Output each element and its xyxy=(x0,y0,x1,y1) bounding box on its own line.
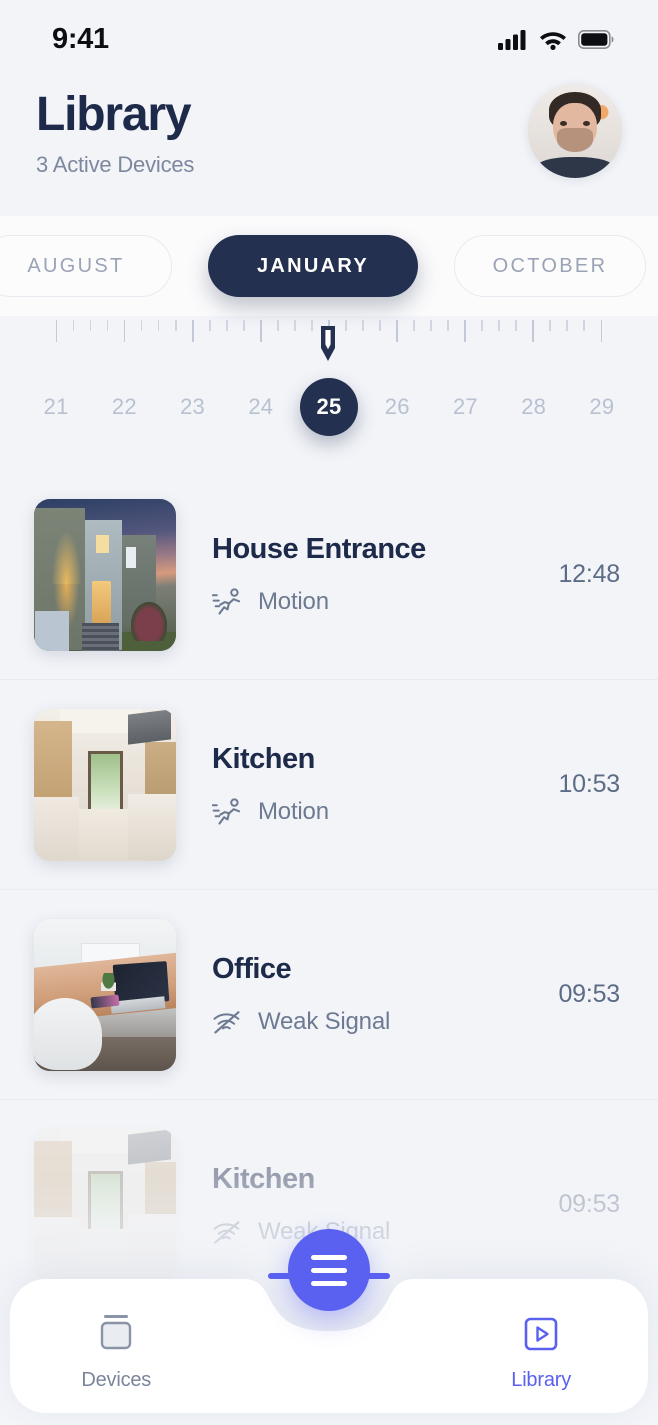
menu-hamburger-icon-line-3 xyxy=(311,1280,347,1286)
ruler-pin-icon[interactable] xyxy=(317,325,339,363)
day-29[interactable]: 29 xyxy=(568,394,636,420)
phone-screen: 9:41 Library 3 Active Devices AUGUST JAN… xyxy=(0,0,658,1425)
event-status: Motion xyxy=(212,588,558,616)
status-bar: 9:41 xyxy=(0,0,658,78)
menu-fab-button[interactable] xyxy=(288,1229,370,1311)
table-row[interactable]: Office Weak Signal 09:53 xyxy=(0,890,658,1100)
status-bar-icons xyxy=(498,29,614,50)
event-status: Weak Signal xyxy=(212,1008,558,1036)
battery-full-icon xyxy=(578,29,614,49)
event-status-label: Motion xyxy=(258,588,329,615)
menu-hamburger-icon-line-1 xyxy=(311,1254,347,1260)
event-status-label: Weak Signal xyxy=(258,1008,391,1035)
event-status: Weak Signal xyxy=(212,1218,558,1246)
day-22[interactable]: 22 xyxy=(90,394,158,420)
event-time: 10:53 xyxy=(558,770,620,798)
devices-monitor-icon xyxy=(101,1314,132,1349)
avatar-shoulders xyxy=(537,157,613,178)
house-entrance-thumbnail[interactable] xyxy=(34,498,176,651)
month-tab-october[interactable]: OCTOBER xyxy=(454,235,646,297)
day-23[interactable]: 23 xyxy=(158,394,226,420)
month-tab-august[interactable]: AUGUST xyxy=(0,235,172,297)
event-time: 09:53 xyxy=(558,1190,620,1218)
play-square-icon xyxy=(524,1317,558,1350)
day-25-selected[interactable]: 25 xyxy=(295,378,363,436)
wifi-off-icon xyxy=(213,1011,240,1034)
table-row[interactable]: Kitchen Motion 10:53 xyxy=(0,680,658,890)
page-title: Library xyxy=(36,88,192,141)
tab-library-label: Library xyxy=(511,1368,571,1391)
month-tab-list: AUGUST JANUARY OCTOBER xyxy=(0,235,646,297)
event-time: 09:53 xyxy=(558,980,620,1008)
month-selector: AUGUST JANUARY OCTOBER xyxy=(0,216,658,316)
event-info: House Entrance Motion xyxy=(176,533,558,616)
day-27[interactable]: 27 xyxy=(431,394,499,420)
event-info: Office Weak Signal xyxy=(176,953,558,1036)
table-row[interactable]: House Entrance Motion 12:48 xyxy=(0,470,658,680)
day-24[interactable]: 24 xyxy=(227,394,295,420)
event-title: Kitchen xyxy=(212,1163,315,1195)
event-time: 12:48 xyxy=(558,560,620,588)
month-tab-january[interactable]: JANUARY xyxy=(208,235,418,297)
page-header: Library 3 Active Devices xyxy=(0,78,658,216)
event-status: Motion xyxy=(212,798,558,826)
event-info: Kitchen Motion xyxy=(176,743,558,826)
avatar-beard xyxy=(557,128,593,152)
wifi-off-icon xyxy=(213,1221,240,1244)
day-26[interactable]: 26 xyxy=(363,394,431,420)
avatar-eye-left xyxy=(559,120,567,126)
active-devices-count: 3 Active Devices xyxy=(36,152,195,178)
event-title: House Entrance xyxy=(212,533,426,565)
avatar[interactable] xyxy=(528,84,622,178)
event-status-label: Motion xyxy=(258,798,329,825)
kitchen-thumbnail[interactable] xyxy=(34,1128,176,1281)
menu-hamburger-icon-line-2 xyxy=(311,1267,347,1273)
wifi-icon xyxy=(540,31,566,50)
motion-running-icon xyxy=(212,798,241,825)
avatar-eye-right xyxy=(583,120,591,126)
signal-bars-icon xyxy=(498,29,526,50)
day-selector: 21 22 23 24 25 26 27 28 29 xyxy=(0,372,658,442)
day-21[interactable]: 21 xyxy=(22,394,90,420)
status-bar-time: 9:41 xyxy=(52,22,109,55)
tab-devices[interactable]: Devices xyxy=(10,1293,222,1392)
bottom-navigation: Devices Library xyxy=(10,1229,648,1413)
event-title: Office xyxy=(212,953,292,985)
tab-library[interactable]: Library xyxy=(268,1273,647,1392)
office-thumbnail[interactable] xyxy=(34,918,176,1071)
date-ruler[interactable] xyxy=(0,316,658,363)
header-text-block: Library 3 Active Devices xyxy=(36,78,194,178)
event-info: Kitchen Weak Signal xyxy=(176,1163,558,1246)
day-28[interactable]: 28 xyxy=(500,394,568,420)
kitchen-thumbnail[interactable] xyxy=(34,708,176,861)
tab-devices-label: Devices xyxy=(81,1368,152,1391)
event-title: Kitchen xyxy=(212,743,315,775)
motion-running-icon xyxy=(212,588,241,615)
